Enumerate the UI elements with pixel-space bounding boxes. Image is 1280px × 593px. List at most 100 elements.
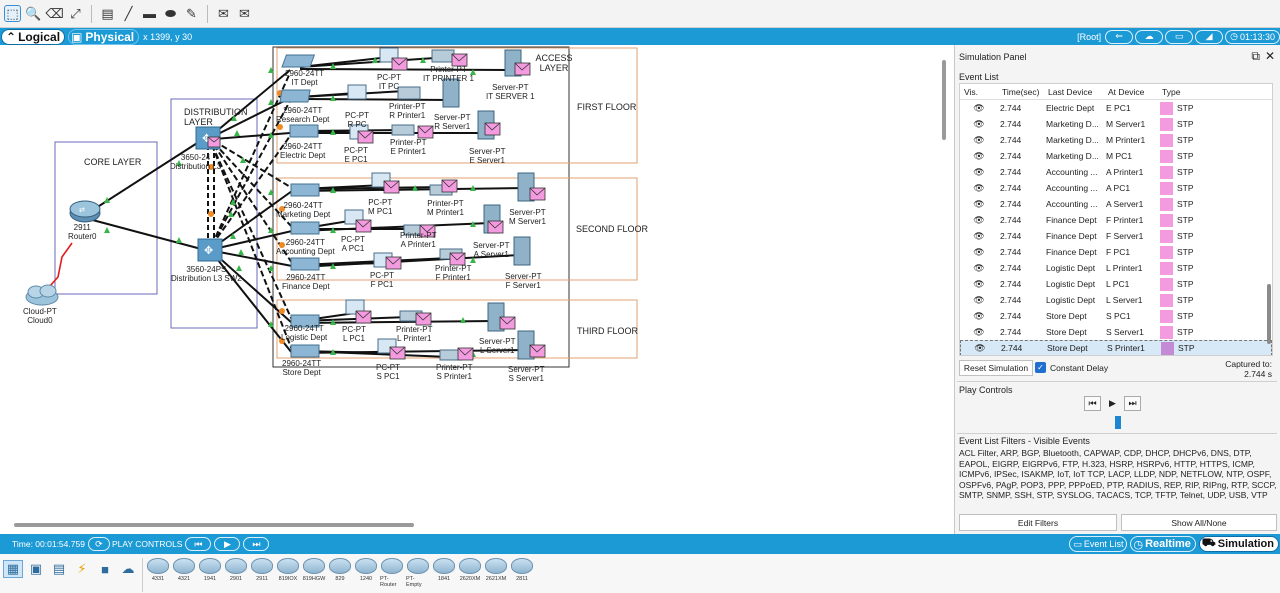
resize-icon[interactable]: ⤢ bbox=[67, 5, 84, 22]
rectangle-icon[interactable]: ▬ bbox=[141, 5, 158, 22]
event-list-scrollbar[interactable] bbox=[1267, 284, 1271, 344]
viewport-icon[interactable]: ◢ bbox=[1195, 29, 1224, 44]
l-pc-label[interactable]: PC-PT L PC1 bbox=[342, 325, 366, 343]
visibility-eye-icon[interactable]: 👁 bbox=[960, 135, 998, 146]
play-icon[interactable]: ▶ bbox=[214, 537, 241, 551]
event-list-button[interactable]: ▭ Event List bbox=[1069, 536, 1128, 552]
visibility-eye-icon[interactable]: 👁 bbox=[960, 103, 998, 114]
show-all-none-button[interactable]: Show All/None bbox=[1121, 514, 1277, 531]
visibility-eye-icon[interactable]: 👁 bbox=[960, 263, 998, 274]
dist2-label[interactable]: 3560-24PS Distribution L3 SW2 bbox=[171, 265, 242, 283]
switch-store-label[interactable]: 2960-24TT Store Dept bbox=[282, 359, 321, 377]
router-model-item[interactable]: 1240 bbox=[354, 558, 378, 588]
event-row[interactable]: 👁 2.744 Finance Dept F Server1 STP bbox=[960, 228, 1272, 244]
logical-workspace[interactable]: ⇄ ✥ ✥ CORE LAYER DISTRIBUTION LAYER ACCE… bbox=[0, 45, 952, 534]
router-model-item[interactable]: 2621XM bbox=[484, 558, 508, 588]
column-header[interactable]: Vis. bbox=[960, 84, 998, 99]
step-forward-icon[interactable]: ⏭ bbox=[1124, 396, 1141, 411]
step-forward-icon[interactable]: ⏭ bbox=[243, 537, 270, 551]
switch-research-label[interactable]: 2960-24TT Research Dept bbox=[276, 106, 329, 124]
event-row[interactable]: 👁 2.744 Accounting ... A Server1 STP bbox=[960, 196, 1272, 212]
play-icon[interactable]: ▶ bbox=[1104, 396, 1121, 411]
router-model-item[interactable]: PT-Empty bbox=[406, 558, 430, 588]
edit-filters-button[interactable]: Edit Filters bbox=[959, 514, 1117, 531]
move-object-icon[interactable]: ☁ bbox=[1135, 29, 1164, 44]
column-header[interactable]: Time(sec) bbox=[998, 84, 1044, 99]
visibility-eye-icon[interactable]: 👁 bbox=[960, 279, 998, 290]
l-server-label[interactable]: Server-PT L Server1 bbox=[479, 337, 515, 355]
s-printer-label[interactable]: Printer-PT S Printer1 bbox=[436, 363, 472, 381]
workspace-vertical-scrollbar[interactable] bbox=[942, 60, 946, 140]
it-server-label[interactable]: Server-PT IT SERVER 1 bbox=[486, 83, 535, 101]
m-printer-label[interactable]: Printer-PT M Printer1 bbox=[427, 199, 464, 217]
line-icon[interactable]: ╱ bbox=[120, 5, 137, 22]
set-tiled-background-icon[interactable]: ▭ bbox=[1165, 29, 1194, 44]
switch-electric-label[interactable]: 2960-24TT Electric Dept bbox=[280, 142, 325, 160]
router-model-item[interactable]: 4321 bbox=[172, 558, 196, 588]
r-printer-label[interactable]: Printer-PT R Printer1 bbox=[389, 102, 425, 120]
switch-it-label[interactable]: 2960-24TT IT Dept bbox=[285, 69, 324, 87]
network-devices-icon[interactable]: ▦ bbox=[3, 560, 23, 578]
event-row[interactable]: 👁 2.744 Store Dept S PC1 STP bbox=[960, 308, 1272, 324]
event-row[interactable]: 👁 2.744 Logistic Dept L PC1 STP bbox=[960, 276, 1272, 292]
e-pc-label[interactable]: PC-PT E PC1 bbox=[344, 146, 368, 164]
visibility-eye-icon[interactable]: 👁 bbox=[960, 215, 998, 226]
it-pc-label[interactable]: PC-PT IT PC bbox=[377, 73, 401, 91]
s-pc-label[interactable]: PC-PT S PC1 bbox=[376, 363, 400, 381]
delete-icon[interactable]: ⌫ bbox=[45, 5, 63, 22]
m-pc-label[interactable]: PC-PT M PC1 bbox=[368, 198, 392, 216]
event-row[interactable]: 👁 2.744 Logistic Dept L Server1 STP bbox=[960, 292, 1272, 308]
switch-marketing-label[interactable]: 2960-24TT Marketing Dept bbox=[276, 201, 330, 219]
undock-icon[interactable]: ⧉ bbox=[1251, 49, 1260, 64]
s-server-label[interactable]: Server-PT S Server1 bbox=[508, 365, 544, 383]
checkbox-checked-icon[interactable]: ✓ bbox=[1035, 362, 1046, 373]
close-icon[interactable]: ✕ bbox=[1265, 49, 1275, 63]
dist1-label[interactable]: 3650-24 Distribution L3 bbox=[170, 153, 221, 171]
tab-logical[interactable]: ⌃ Logical bbox=[1, 28, 66, 45]
switch-finance-label[interactable]: 2960-24TT Finance Dept bbox=[282, 273, 330, 291]
e-printer-label[interactable]: Printer-PT E Printer1 bbox=[390, 138, 426, 156]
router-model-item[interactable]: 2620XM bbox=[458, 558, 482, 588]
end-devices-icon[interactable]: ▣ bbox=[26, 560, 46, 578]
l-printer-label[interactable]: Printer-PT L Printer1 bbox=[396, 325, 432, 343]
step-back-icon[interactable]: ⏮ bbox=[1084, 396, 1101, 411]
switch-accounting-label[interactable]: 2960-24TT Accounting Dept bbox=[276, 238, 335, 256]
column-header[interactable]: Type bbox=[1158, 84, 1180, 99]
router-model-item[interactable]: 1841 bbox=[432, 558, 456, 588]
event-row[interactable]: 👁 2.744 Logistic Dept L Printer1 STP bbox=[960, 260, 1272, 276]
event-row[interactable]: 👁 2.744 Finance Dept F Printer1 STP bbox=[960, 212, 1272, 228]
multiuser-icon[interactable]: ☁ bbox=[118, 560, 138, 578]
new-cluster-icon[interactable]: ⇐ bbox=[1105, 29, 1134, 44]
event-row[interactable]: 👁 2.744 Electric Dept E PC1 STP bbox=[960, 100, 1272, 116]
switch-logistic-label[interactable]: 2960-24TT Logistic Dept bbox=[281, 324, 327, 342]
router-label[interactable]: 2911 Router0 bbox=[68, 223, 96, 241]
visibility-eye-icon[interactable]: 👁 bbox=[960, 167, 998, 178]
visibility-eye-icon[interactable]: 👁 bbox=[960, 311, 998, 322]
router-model-item[interactable]: 829 bbox=[328, 558, 352, 588]
play-speed-slider[interactable] bbox=[1115, 416, 1121, 429]
root-label[interactable]: [Root] bbox=[1077, 32, 1101, 42]
ellipse-icon[interactable]: ⬬ bbox=[162, 5, 179, 22]
note-icon[interactable]: ▤ bbox=[99, 5, 116, 22]
r-pc-label[interactable]: PC-PT R PC bbox=[345, 111, 369, 129]
event-row[interactable]: 👁 2.744 Finance Dept F PC1 STP bbox=[960, 244, 1272, 260]
column-header[interactable]: At Device bbox=[1104, 84, 1158, 99]
f-printer-label[interactable]: Printer-PT F Printer1 bbox=[435, 264, 471, 282]
r-server-label[interactable]: Server-PT R Server1 bbox=[434, 113, 470, 131]
router-model-item[interactable]: 2811 bbox=[510, 558, 534, 588]
misc-icon[interactable]: ■ bbox=[95, 560, 115, 578]
m-server-label[interactable]: Server-PT M Server1 bbox=[509, 208, 546, 226]
router-model-item[interactable]: 4331 bbox=[146, 558, 170, 588]
a-server-label[interactable]: Server-PT A Server1 bbox=[473, 241, 509, 259]
visibility-eye-icon[interactable]: 👁 bbox=[960, 151, 998, 162]
it-printer-label[interactable]: Printer-PT IT PRINTER 1 bbox=[423, 65, 474, 83]
event-row[interactable]: 👁 2.744 Marketing D... M Server1 STP bbox=[960, 116, 1272, 132]
select-icon[interactable]: ⬚ bbox=[4, 5, 21, 22]
e-server-label[interactable]: Server-PT E Server1 bbox=[469, 147, 505, 165]
router-model-item[interactable]: 2901 bbox=[224, 558, 248, 588]
f-server-label[interactable]: Server-PT F Server1 bbox=[505, 272, 541, 290]
simple-pdu-icon[interactable]: ✉ bbox=[215, 5, 232, 22]
router-model-item[interactable]: 1941 bbox=[198, 558, 222, 588]
visibility-eye-icon[interactable]: 👁 bbox=[961, 343, 999, 354]
a-pc-label[interactable]: PC-PT A PC1 bbox=[341, 235, 365, 253]
